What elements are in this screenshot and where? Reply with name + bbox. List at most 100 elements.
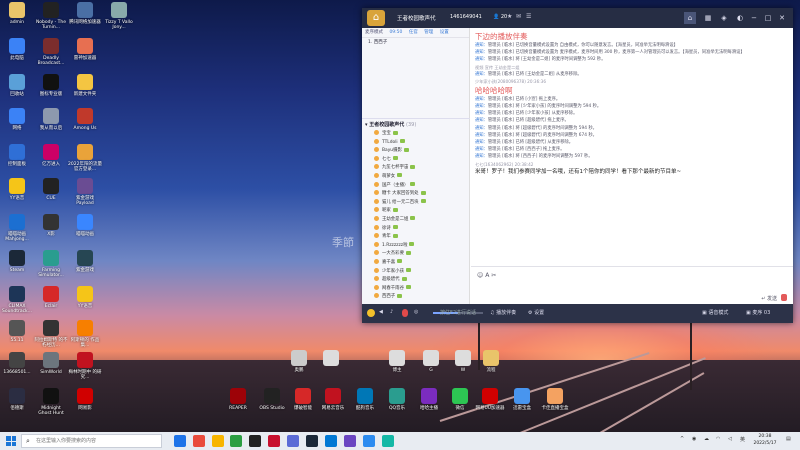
home-icon[interactable]: ⌂ [684,12,696,24]
desktop-shortcut[interactable]: 佰德斯 [0,388,34,411]
desktop-shortcut[interactable]: 酷狗音乐 [348,388,382,411]
close-icon[interactable]: ✕ [776,12,788,24]
send-button[interactable]: ↵ 发送 [761,295,777,302]
taskbar-app-icon[interactable] [325,435,337,447]
skin-icon[interactable]: ◐ [734,12,746,24]
desktop-shortcut[interactable]: 亿万进入 [34,144,68,167]
wifi-icon[interactable]: ◠ [716,436,720,442]
desktop-shortcut[interactable]: 博主 [380,350,414,373]
desktop-shortcut[interactable]: 卡佳直播宝盒 [538,388,572,411]
star-icon[interactable]: ★ [507,13,512,20]
desktop-shortcut[interactable]: 爆破智能 [286,388,320,411]
grid-icon[interactable]: ▦ [702,12,714,24]
desktop-shortcut[interactable]: 迅雷宝盒 [505,388,539,411]
user-row[interactable]: TTLdoli [362,138,470,148]
desktop-shortcut[interactable]: 腾讯网络加速器 [68,2,102,25]
desktop-shortcut[interactable]: 阿斯顿的 作品集... [68,320,102,348]
app-logo-icon[interactable]: ⌂ [367,10,385,26]
taskbar-app-icon[interactable] [306,435,318,447]
desktop-shortcut[interactable]: 图标专业版 [34,74,68,97]
taskbar-search[interactable]: ⌕ [21,434,162,448]
scissors-icon[interactable]: ✂ [491,272,496,279]
taskbar-app-icon[interactable] [193,435,205,447]
room-menu-icon[interactable]: ☰ [526,13,531,20]
desktop-shortcut[interactable]: 网易影 [68,388,102,411]
gamepad-icon[interactable]: ◈ [718,12,730,24]
font-icon[interactable]: A [485,272,489,279]
taskbar-app-icon[interactable] [268,435,280,447]
desktop-shortcut[interactable]: Deadly Broadcast... [34,38,68,66]
desktop-shortcut[interactable]: 控制面板 [0,144,34,167]
desktop-shortcut[interactable]: 梅林时期中 的研究... [68,352,102,380]
desktop-shortcut[interactable]: 此电脑 [0,38,34,61]
user-row[interactable]: 萌萝女 [362,172,470,182]
user-row[interactable]: 七七 [362,155,470,165]
user-row[interactable]: 1.Rzzzzzz啦 [362,241,470,251]
desktop-shortcut[interactable]: Steam [0,250,34,273]
desktop-shortcut[interactable]: Farming Simulator... [34,250,68,278]
taskbar-app-icon[interactable] [212,435,224,447]
user-row[interactable]: 宝宝 [362,130,470,139]
headset-icon[interactable]: ◎ [414,309,418,315]
speaker-tray-icon[interactable]: ◁ [728,436,732,442]
taskbar-app-icon[interactable] [287,435,299,447]
user-row[interactable]: 少年家小孩 [362,267,470,277]
taskbar-app-icon[interactable] [344,435,356,447]
user-row[interactable]: 九笙七杯宇宙 [362,164,470,173]
desktop-shortcut[interactable]: Eclair [34,286,68,309]
user-row[interactable]: 一大杰彩要 [362,250,470,259]
user-row[interactable]: Bayu摄影 [362,147,470,156]
desktop-shortcut[interactable]: 55.11 [0,320,34,343]
desktop-shortcut[interactable] [314,350,348,368]
cloud-icon[interactable]: ☁ [704,436,709,442]
desktop-shortcut[interactable]: YY语音 [0,178,34,201]
desktop-shortcut[interactable]: 网易UU加速器 [473,388,507,411]
desktop-shortcut[interactable]: SimWorld [34,352,68,375]
desktop-shortcut[interactable]: Midnight Ghost Hunt [34,388,68,416]
desktop-shortcut[interactable]: 喵喵动画 Mahjong... [0,214,34,242]
tab-mic-mode[interactable]: 麦序模式 [365,30,383,35]
music-button[interactable]: ♫ 播放伴奏 [490,309,516,316]
share-icon[interactable]: ✉ [516,13,521,20]
user-row[interactable]: 猫儿 给一元二百块 [362,198,470,208]
tab-manage[interactable]: 管理 [424,30,433,35]
queue-button[interactable]: ▣ 麦序 03 [746,309,770,316]
desktop-shortcut[interactable]: X影 [34,214,68,237]
notification-icon[interactable]: ▤ [786,436,791,442]
desktop-shortcut[interactable]: 新建文件夹 [68,74,102,97]
desktop-shortcut[interactable]: 雷神加速器 [68,38,102,61]
desktop-shortcut[interactable]: 紫金游戏 Payload [68,178,102,206]
desktop-shortcut[interactable]: admin [0,2,34,25]
desktop-shortcut[interactable]: OBS Studio [255,388,289,411]
search-input[interactable] [36,436,156,446]
desktop-shortcut[interactable]: 13668501... [0,352,34,375]
desktop-shortcut[interactable]: REAPER [221,388,255,411]
desktop-shortcut[interactable]: 我从而以后 [34,108,68,131]
taskbar-clock[interactable]: 20:38 2022/5/17 [750,434,780,447]
speaker-icon[interactable]: ◀ [379,309,383,315]
taskbar-app-icon[interactable] [230,435,242,447]
taskbar-app-icon[interactable] [363,435,375,447]
taskbar-app-icon[interactable] [382,435,394,447]
desktop-shortcut[interactable]: 回收站 [0,74,34,97]
user-row[interactable]: 超级碧代 [362,276,470,285]
chat-input[interactable] [477,280,777,292]
mic-icon[interactable] [781,294,787,301]
user-row[interactable]: 国产（主播） [362,181,470,191]
desktop-shortcut[interactable]: 哈哈主播 [412,388,446,411]
start-button[interactable] [6,436,16,446]
user-row[interactable]: 糖卡 大家回答到处 [362,190,470,199]
desktop-shortcut[interactable]: YY语音 [68,286,102,309]
tray-chevron-icon[interactable]: ^ [680,436,684,442]
ime-icon[interactable]: 英 [740,436,745,443]
voice-mode-button[interactable]: ▣ 语音模式 [702,309,728,316]
desktop-shortcut[interactable]: 流程 [474,350,508,373]
volume-icon[interactable]: ♪ [390,309,393,315]
desktop-shortcut[interactable]: 2022年阳的流量 官方登录... [68,144,102,172]
channel-title[interactable]: ▾ 王者校园歌声代 (39) [362,121,470,130]
record-icon[interactable] [402,309,408,317]
desktop-shortcut[interactable]: Tizzy T Vallo Jony... [102,2,136,30]
user-row[interactable]: 王幼金是二姐 [362,215,470,225]
user-row[interactable]: 青年 [362,233,470,242]
desktop-shortcut[interactable]: Nobody - The Turnin... [34,2,68,30]
